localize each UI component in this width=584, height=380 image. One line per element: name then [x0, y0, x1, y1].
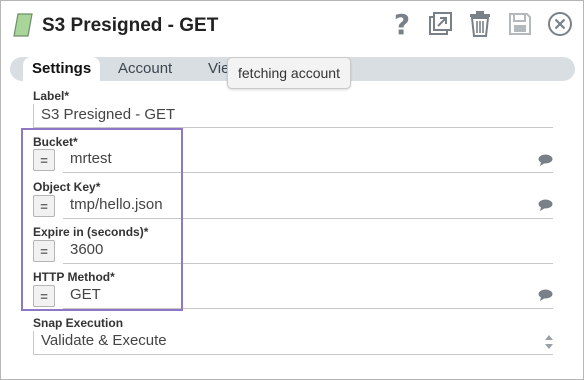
dialog-header: S3 Presigned - GET ?: [1, 1, 583, 49]
snap-execution-border: [33, 331, 34, 354]
snap-leaf-icon: [13, 13, 33, 37]
snap-execution-underline: [33, 354, 553, 355]
label-field-border: [33, 104, 34, 127]
save-icon[interactable]: [505, 9, 535, 39]
expand-icon[interactable]: [425, 9, 455, 39]
delete-icon[interactable]: [465, 9, 495, 39]
dialog-title: S3 Presigned - GET: [42, 15, 219, 36]
comment-icon[interactable]: [538, 154, 553, 166]
tooltip: fetching account: [227, 57, 351, 89]
label-field[interactable]: S3 Presigned - GET: [41, 106, 175, 123]
highlight-box: [21, 128, 183, 311]
tab-settings[interactable]: Settings: [23, 57, 101, 83]
close-icon[interactable]: [545, 9, 575, 39]
comment-icon[interactable]: [538, 199, 553, 211]
label-field-label: Label*: [33, 89, 70, 103]
tab-account[interactable]: Account: [109, 57, 181, 81]
comment-icon[interactable]: [538, 289, 553, 301]
snap-execution-label: Snap Execution: [33, 316, 124, 330]
snap-execution-select[interactable]: Validate & Execute: [41, 332, 167, 349]
help-icon[interactable]: ?: [387, 8, 417, 41]
select-arrows-icon[interactable]: [544, 333, 554, 351]
snap-settings-dialog: S3 Presigned - GET ? Settings Account Vi…: [0, 0, 584, 380]
